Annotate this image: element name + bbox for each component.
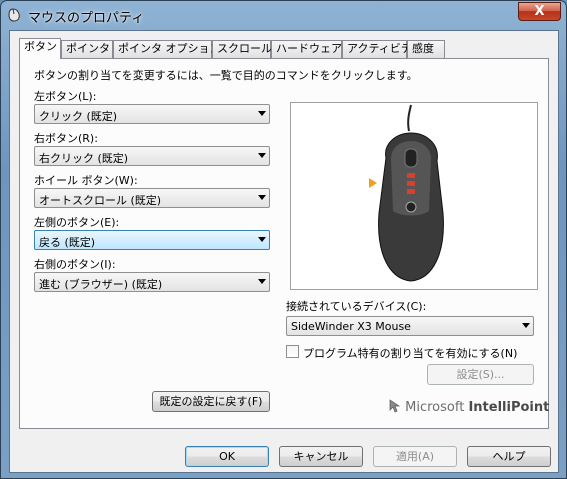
buttons-tab-panel: ボタンの割り当てを変更するには、一覧で目的のコマンドをクリックします。 左ボタン… xyxy=(19,58,549,429)
tab-scroll[interactable]: スクロール xyxy=(212,40,272,58)
program-specific-label[interactable]: プログラム特有の割り当てを有効にする(N) xyxy=(303,345,517,361)
left-button-dropdown[interactable]: クリック (既定) xyxy=(34,104,270,124)
right-side-button-dropdown[interactable]: 進む (ブラウザー) (既定) xyxy=(34,272,270,292)
brand-prefix: Microsoft xyxy=(405,400,465,415)
help-button[interactable]: ヘルプ xyxy=(467,446,551,467)
mouse-properties-window: マウスのプロパティ X ボタン ポインタ ポインタ オプション スクロール ハー… xyxy=(0,0,567,479)
instruction-text: ボタンの割り当てを変更するには、一覧で目的のコマンドをクリックします。 xyxy=(34,69,418,82)
cancel-button[interactable]: キャンセル xyxy=(279,446,363,467)
window-title: マウスのプロパティ xyxy=(28,11,145,26)
dropdown-value: 進む (ブラウザー) (既定) xyxy=(39,278,163,291)
title-bar[interactable]: マウスのプロパティ X xyxy=(1,1,566,29)
dialog-body: ボタン ポインタ ポインタ オプション スクロール ハードウェア アクティビティ… xyxy=(9,30,559,473)
wheel-button-dropdown[interactable]: オートスクロール (既定) xyxy=(34,188,270,208)
chevron-down-icon xyxy=(258,237,266,242)
apply-button[interactable]: 適用(A) xyxy=(373,446,457,467)
close-button[interactable]: X xyxy=(518,2,561,21)
settings-button[interactable]: 設定(S)... xyxy=(427,364,534,385)
wheel-button-label: ホイール ボタン(W): xyxy=(34,174,138,187)
tab-sensitivity[interactable]: 感度 xyxy=(407,40,445,58)
tab-pointer-options[interactable]: ポインタ オプション xyxy=(113,40,221,58)
chevron-down-icon xyxy=(258,279,266,284)
left-button-label: 左ボタン(L): xyxy=(34,90,97,103)
right-side-button-label: 右側のボタン(I): xyxy=(34,258,116,271)
chevron-down-icon xyxy=(522,323,530,328)
indicator-arrow-icon xyxy=(369,178,377,188)
mouse-image xyxy=(369,104,444,282)
left-side-button-label: 左側のボタン(E): xyxy=(34,216,120,229)
device-dropdown[interactable]: SideWinder X3 Mouse xyxy=(286,316,534,336)
tab-activity[interactable]: アクティビティ xyxy=(342,40,422,58)
dropdown-value: 戻る (既定) xyxy=(39,236,96,249)
restore-defaults-button[interactable]: 既定の設定に戻す(F) xyxy=(152,391,270,412)
dropdown-value: クリック (既定) xyxy=(39,110,118,123)
chevron-down-icon xyxy=(258,195,266,200)
right-button-label: 右ボタン(R): xyxy=(34,132,98,145)
dropdown-value: オートスクロール (既定) xyxy=(39,194,162,207)
ok-button[interactable]: OK xyxy=(185,446,269,467)
tab-buttons[interactable]: ボタン xyxy=(19,38,61,59)
brand-name: IntelliPoint xyxy=(468,400,550,415)
dropdown-value: SideWinder X3 Mouse xyxy=(291,320,411,333)
cursor-logo-icon xyxy=(389,399,401,413)
tab-pointer[interactable]: ポインタ xyxy=(61,40,113,58)
brand-logo: Microsoft IntelliPoint xyxy=(389,399,549,415)
left-side-button-dropdown[interactable]: 戻る (既定) xyxy=(34,230,270,250)
mouse-preview xyxy=(290,102,538,290)
tab-hardware[interactable]: ハードウェア xyxy=(271,40,342,58)
chevron-down-icon xyxy=(258,111,266,116)
program-specific-checkbox[interactable] xyxy=(286,345,299,358)
right-button-dropdown[interactable]: 右クリック (既定) xyxy=(34,146,270,166)
device-label: 接続されているデバイス(C): xyxy=(286,300,427,313)
dropdown-value: 右クリック (既定) xyxy=(39,152,129,165)
chevron-down-icon xyxy=(258,153,266,158)
mouse-icon xyxy=(8,8,20,22)
